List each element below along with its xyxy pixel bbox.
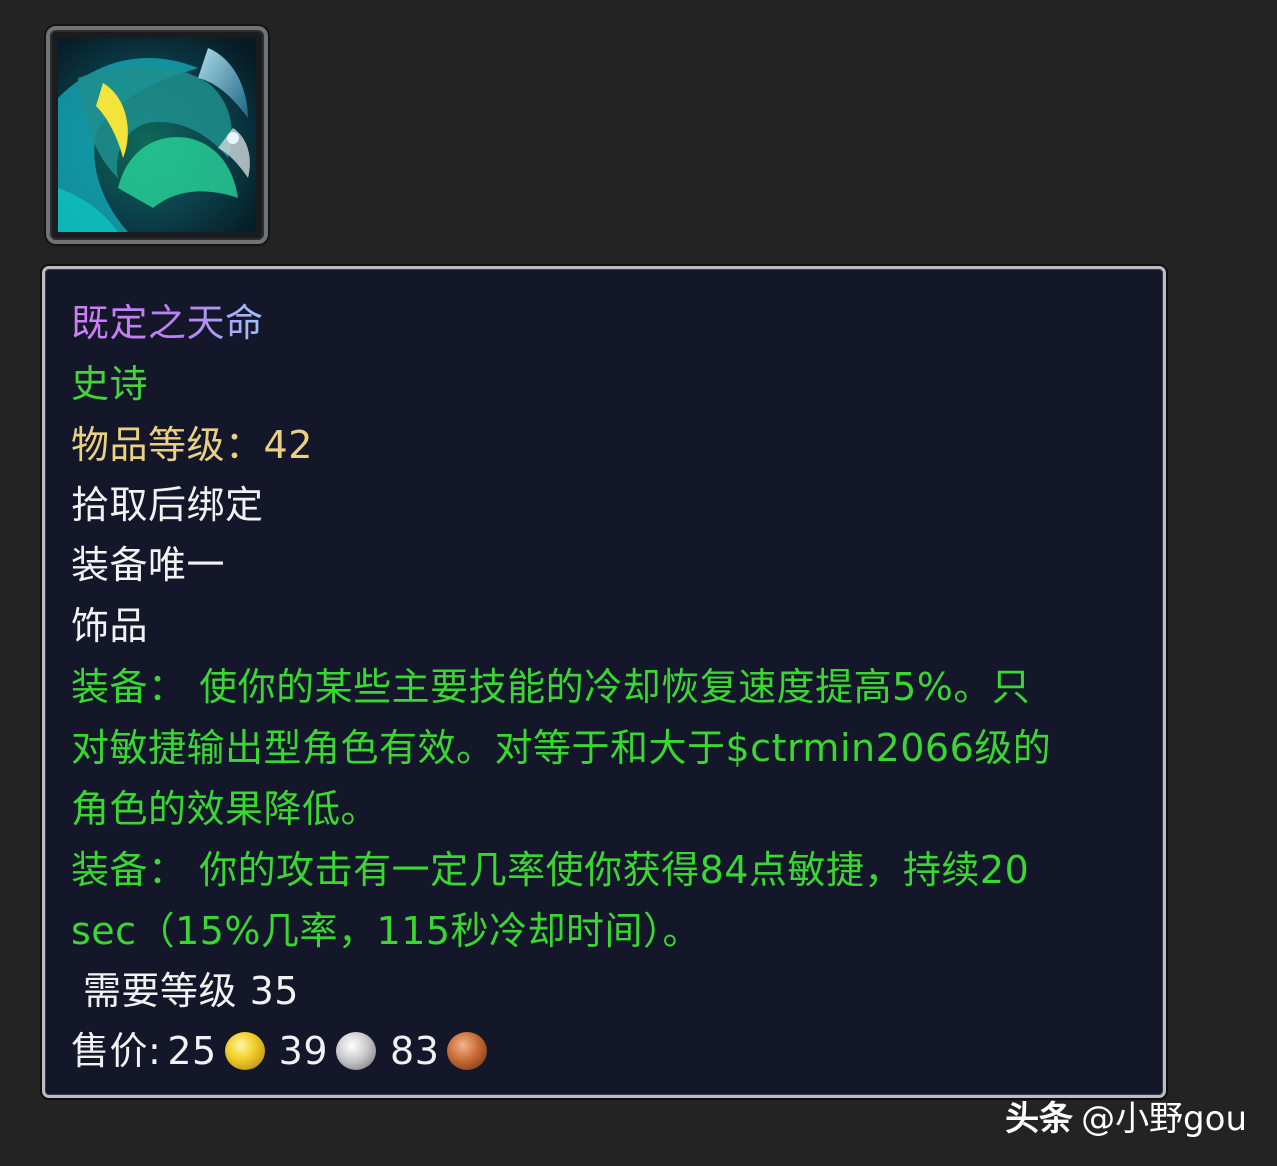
item-level-value: 42: [263, 423, 313, 467]
equip-effect-1-line-2: 对敏捷输出型角色有效。对等于和大于$ctrmin2066级的: [71, 726, 1052, 770]
bind-type: 拾取后绑定: [71, 483, 264, 527]
gold-amount: 25: [167, 1029, 217, 1073]
item-level-label: 物品等级：: [71, 423, 264, 467]
required-level: 需要等级 35: [83, 969, 299, 1013]
equip-effect-2-line-2: sec（15%几率，115秒冷却时间）。: [71, 909, 702, 953]
item-level: 物品等级：42: [71, 415, 313, 475]
item-icon[interactable]: [46, 26, 268, 244]
item-quality: 史诗: [71, 362, 149, 406]
gold-coin-icon: [224, 1032, 265, 1070]
equip-effect-2-line-1: 装备： 你的攻击有一定几率使你获得84点敏捷，持续20: [71, 848, 1030, 892]
item-slot: 饰品: [71, 604, 149, 648]
copper-amount: 83: [390, 1029, 440, 1073]
equip-effect-1-line-3: 角色的效果降低。: [71, 787, 380, 831]
sell-price: 售价: 25 39 83: [71, 1021, 495, 1081]
watermark-brand: 头条: [1005, 1099, 1074, 1139]
equip-effect-1-line-1: 装备： 使你的某些主要技能的冷却恢复速度提高5%。只: [71, 665, 1031, 709]
watermark: 头条 @小野gou: [1005, 1094, 1247, 1144]
item-tooltip: 既定之天命 史诗 物品等级：42 拾取后绑定 装备唯一 饰品 装备： 使你的某些…: [42, 266, 1166, 1098]
watermark-handle: @小野gou: [1081, 1099, 1247, 1139]
sea-dragon-trinket-icon: [58, 38, 256, 232]
sell-price-label: 售价:: [71, 1029, 162, 1073]
item-name: 既定之天命: [71, 301, 264, 345]
unique-equipped: 装备唯一: [71, 543, 226, 587]
silver-coin-icon: [336, 1032, 377, 1070]
copper-coin-icon: [447, 1032, 488, 1070]
silver-amount: 39: [278, 1029, 329, 1073]
